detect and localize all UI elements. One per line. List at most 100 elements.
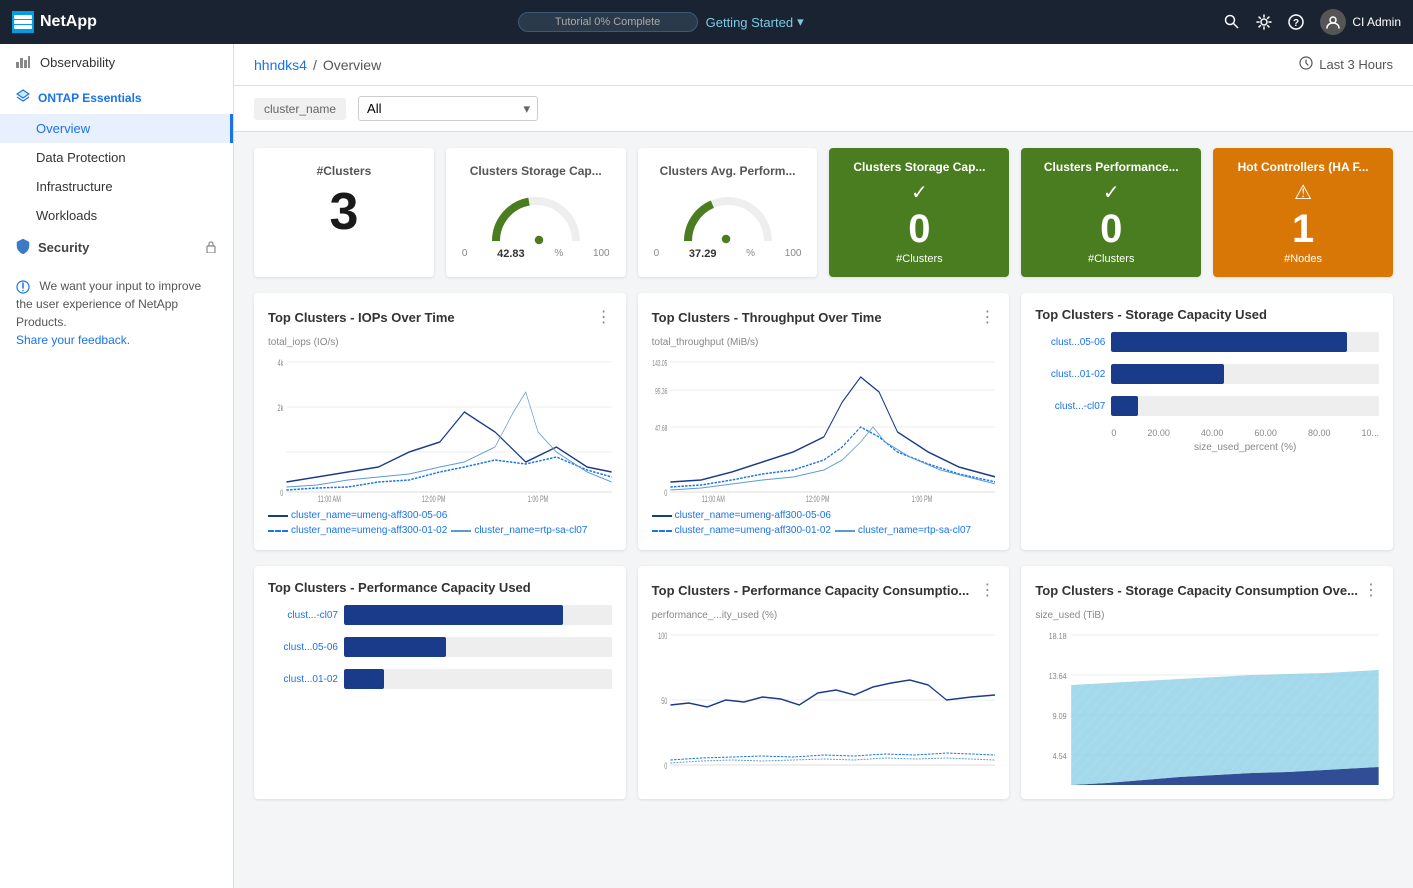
perf-gauge: 0 37.29 % 100 (654, 186, 802, 260)
throughput-chart-menu[interactable]: ⋮ (979, 307, 995, 327)
nav-icons: ? CI Admin (1224, 9, 1401, 35)
storage-cap-card: Clusters Storage Cap... 0 42.83 % 100 (446, 148, 626, 277)
bar-chart-icon (16, 54, 30, 71)
sidebar-item-security[interactable]: Security (0, 230, 233, 265)
throughput-legend: cluster_name=umeng-aff300-05-06 cluster_… (652, 510, 996, 536)
sidebar-item-data-protection[interactable]: Data Protection (0, 143, 233, 172)
sidebar-item-observability[interactable]: Observability (0, 44, 233, 81)
storage-cap-green-card: Clusters Storage Cap... ✓ 0 #Clusters (829, 148, 1009, 277)
svg-text:143.05: 143.05 (652, 360, 667, 368)
throughput-y-axis-label: total_throughput (MiB/s) (652, 337, 996, 348)
settings-button[interactable] (1256, 14, 1272, 30)
feedback-section: We want your input to improve the user e… (0, 265, 233, 361)
perf-cap-line-chart: 100 50 0 (652, 625, 996, 775)
sidebar: Observability ONTAP Essentials Overview … (0, 44, 234, 888)
storage-cap-gauge: 0 42.83 % 100 (462, 186, 610, 260)
svg-text:1:00 PM: 1:00 PM (528, 494, 549, 502)
feedback-link[interactable]: Share your feedback. (16, 333, 130, 347)
sidebar-item-overview[interactable]: Overview (0, 114, 233, 143)
storage-cap-bar-chart: clust...05-06 clust...01-02 (1035, 332, 1379, 512)
svg-text:0: 0 (664, 488, 667, 499)
content-header: hhndks4 / Overview Last 3 Hours (234, 44, 1413, 86)
svg-text:95.36: 95.36 (655, 388, 667, 396)
charts-row-2: Top Clusters - Performance Capacity Used… (254, 566, 1393, 799)
clusters-count-value: 3 (270, 186, 418, 238)
storage-cap-title: Clusters Storage Cap... (462, 164, 610, 178)
breadcrumb: hhndks4 / Overview (254, 57, 381, 73)
iops-line-chart: 4k 2k 0 11:00 AM 12:00 PM (268, 352, 612, 502)
storage-consumption-menu[interactable]: ⋮ (1363, 580, 1379, 600)
throughput-line-chart: 143.05 95.36 47.68 0 11:00 AM 12:00 PM 1… (652, 352, 996, 502)
stat-cards-row: #Clusters 3 Clusters Storage Cap... 0 (254, 148, 1393, 277)
storage-cap-used-card: Top Clusters - Storage Capacity Used clu… (1021, 293, 1393, 550)
clusters-count-card: #Clusters 3 (254, 148, 434, 277)
svg-text:4.54: 4.54 (1053, 752, 1068, 761)
svg-text:0: 0 (280, 488, 283, 499)
dropdown-icon: ▾ (797, 14, 804, 30)
storage-cap-x-label: size_used_percent (%) (1111, 442, 1379, 453)
shield-icon (16, 238, 30, 257)
svg-text:2k: 2k (278, 403, 284, 414)
perf-cap-bar-title: Top Clusters - Performance Capacity Used (268, 580, 531, 595)
storage-cap-green-value: 0 (841, 209, 997, 249)
svg-text:100: 100 (658, 631, 667, 642)
breadcrumb-separator: / (313, 57, 317, 73)
getting-started-menu[interactable]: Getting Started ▾ (706, 14, 804, 30)
user-menu[interactable]: CI Admin (1320, 9, 1401, 35)
hot-controllers-value: 1 (1225, 209, 1381, 249)
main-content: hhndks4 / Overview Last 3 Hours cluster_… (234, 44, 1413, 888)
perf-cap-y-label: performance_...ity_used (%) (652, 610, 996, 621)
filter-label: cluster_name (254, 98, 346, 120)
gauge-percent: % (554, 248, 563, 260)
breadcrumb-page: Overview (323, 57, 381, 73)
storage-consumption-y-label: size_used (TiB) (1035, 610, 1379, 621)
svg-text:11:00 AM: 11:00 AM (702, 494, 725, 502)
throughput-chart-title: Top Clusters - Throughput Over Time (652, 310, 882, 325)
perf-green-value: 0 (1033, 209, 1189, 249)
user-avatar (1320, 9, 1346, 35)
checkmark-icon-2: ✓ (1033, 180, 1189, 205)
iops-chart-menu[interactable]: ⋮ (596, 307, 612, 327)
storage-cap-green-title: Clusters Storage Cap... (841, 160, 997, 174)
svg-text:0: 0 (664, 761, 667, 772)
cluster-filter-select[interactable]: All (358, 96, 538, 121)
user-name: CI Admin (1352, 15, 1401, 29)
sidebar-item-workloads[interactable]: Workloads (0, 201, 233, 230)
svg-text:4k: 4k (278, 358, 284, 369)
time-range[interactable]: Last 3 Hours (1299, 56, 1393, 73)
throughput-chart-card: Top Clusters - Throughput Over Time ⋮ to… (638, 293, 1010, 550)
layers-icon (16, 89, 30, 106)
perf-green-title: Clusters Performance... (1033, 160, 1189, 174)
app-logo[interactable]: NetApp (12, 11, 97, 33)
perf-cap-bar-card: Top Clusters - Performance Capacity Used… (254, 566, 626, 799)
logo-icon (12, 11, 34, 33)
tutorial-bar: Tutorial 0% Complete Getting Started ▾ (113, 12, 1208, 32)
observability-label: Observability (40, 55, 115, 70)
svg-text:18.18: 18.18 (1049, 632, 1067, 641)
feedback-icon (16, 279, 33, 293)
svg-text:11:00 AM: 11:00 AM (318, 494, 341, 502)
bar-row-3: clust...-cl07 (1035, 396, 1379, 416)
perf-green-card: Clusters Performance... ✓ 0 #Clusters (1021, 148, 1201, 277)
storage-consumption-chart: 18.18 13.64 9.09 4.54 (1035, 625, 1379, 775)
dashboard-content: #Clusters 3 Clusters Storage Cap... 0 (234, 132, 1413, 815)
perf-bar-row-3: clust...01-02 (268, 669, 612, 689)
svg-text:1:00 PM: 1:00 PM (911, 494, 932, 502)
svg-text:47.68: 47.68 (655, 425, 667, 433)
clusters-count-title: #Clusters (270, 164, 418, 178)
perf-card: Clusters Avg. Perform... 0 37.29 % 100 (638, 148, 818, 277)
perf-cap-line-card: Top Clusters - Performance Capacity Cons… (638, 566, 1010, 799)
sidebar-ontap-section: ONTAP Essentials (0, 81, 233, 114)
svg-text:13.64: 13.64 (1049, 672, 1068, 681)
help-button[interactable]: ? (1288, 14, 1304, 30)
tutorial-progress[interactable]: Tutorial 0% Complete (518, 12, 698, 32)
search-button[interactable] (1224, 14, 1240, 30)
warning-icon: ⚠ (1225, 180, 1381, 205)
perf-bar-row-2: clust...05-06 (268, 637, 612, 657)
filter-select-wrapper: All (358, 96, 538, 121)
iops-y-axis-label: total_iops (IO/s) (268, 337, 612, 348)
sidebar-item-infrastructure[interactable]: Infrastructure (0, 172, 233, 201)
breadcrumb-cluster[interactable]: hhndks4 (254, 57, 307, 73)
svg-text:9.09: 9.09 (1053, 712, 1067, 721)
perf-cap-line-menu[interactable]: ⋮ (979, 580, 995, 600)
